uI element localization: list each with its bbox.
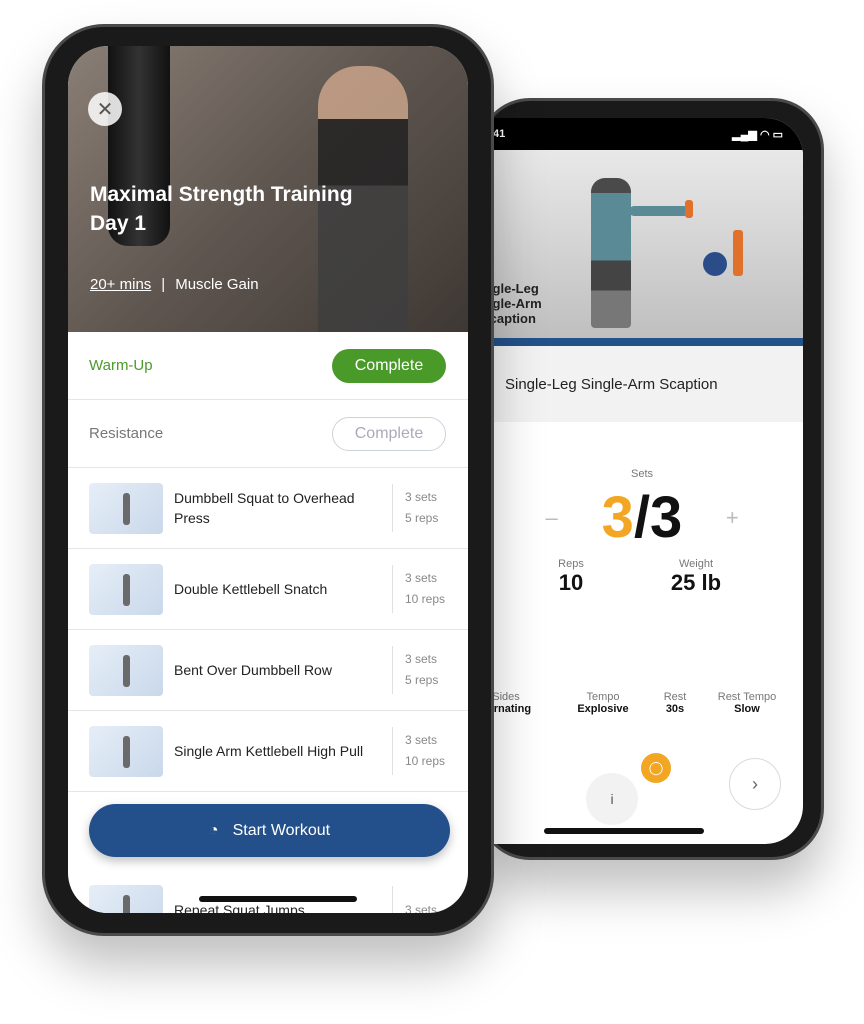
exercise-sets: 3 sets	[405, 733, 438, 747]
weight-label: Weight	[678, 558, 714, 570]
status-bar: 41 ▂▄▆ ◠ ▭	[441, 118, 803, 150]
exercise-row[interactable]: Bent Over Dumbbell Row 3 sets 5 reps	[68, 630, 468, 711]
workout-hero: ✕ Maximal Strength Training Day 1 20+ mi…	[68, 46, 468, 332]
exercise-sets: 3 sets	[405, 571, 438, 585]
signal-wifi-battery-icon: ▂▄▆ ◠ ▭	[732, 128, 783, 141]
sets-current: 3	[601, 485, 634, 550]
sets-total: /3	[633, 485, 683, 550]
increment-button[interactable]: +	[682, 505, 782, 531]
section-label: Warm-Up	[89, 357, 153, 374]
chat-button[interactable]: ◯	[641, 753, 671, 783]
exercise-name: Double Kettlebell Snatch	[174, 581, 328, 597]
foam-roller	[733, 230, 743, 276]
duration: 20+ mins	[90, 276, 152, 293]
exercise-reps: 5 reps	[405, 511, 439, 525]
rest-value: 30s	[665, 703, 685, 715]
status-time: 41	[493, 128, 506, 140]
chat-bubble-icon: ◯	[648, 760, 664, 775]
exercise-thumbnail	[89, 482, 163, 534]
sets-counter: – 3/3 +	[441, 484, 803, 551]
rest-tempo-value: Slow	[734, 703, 760, 715]
rest-tempo-label: Rest Tempo	[717, 691, 777, 703]
start-workout-button[interactable]: ◔ Start Workout	[89, 804, 450, 857]
exercise-row[interactable]: Single Arm Kettlebell High Pull 3 sets 10 …	[68, 711, 468, 792]
next-button[interactable]: ›	[729, 758, 781, 810]
start-workout-label: Start Workout	[232, 821, 331, 839]
tempo-label: Tempo	[586, 691, 620, 703]
reps-value: 10	[558, 570, 584, 595]
section-resistance: Resistance Complete	[68, 400, 468, 468]
exercise-thumbnail	[89, 644, 163, 696]
warm-up-complete-button[interactable]: Complete	[332, 348, 446, 383]
close-icon: ✕	[96, 98, 114, 121]
chevron-right-icon: ›	[752, 773, 758, 794]
workout-screen: ✕ Maximal Strength Training Day 1 20+ mi…	[68, 46, 468, 913]
weight-value: 25 lb	[670, 570, 722, 595]
trainer-arm	[629, 206, 689, 216]
info-icon: i	[610, 791, 614, 807]
exercise-reps: 10 reps	[405, 592, 446, 606]
dumbbell	[685, 200, 693, 218]
category: Muscle Gain	[175, 276, 259, 293]
exercise-video[interactable]: ingle-Leg ingle-Arm Scaption	[441, 150, 803, 338]
decrement-button[interactable]: –	[502, 505, 602, 531]
rest-label: Rest	[663, 691, 687, 703]
tempo-value: Explosive	[577, 703, 629, 715]
flame-icon: ◔	[208, 821, 219, 839]
exercise-sets: 3 sets	[405, 652, 438, 666]
exercise-thumbnail	[89, 884, 163, 913]
resistance-complete-button[interactable]: Complete	[332, 416, 446, 451]
front-phone: ✕ Maximal Strength Training Day 1 20+ mi…	[42, 24, 494, 936]
medicine-ball	[703, 252, 727, 276]
section-label: Resistance	[89, 425, 164, 442]
back-phone: 41 ▂▄▆ ◠ ▭ ingle-Leg ingle-Arm Scaption S…	[441, 98, 824, 860]
reps-label: Reps	[558, 558, 584, 570]
exercise-thumbnail	[89, 725, 163, 777]
exercise-row[interactable]: Double Kettlebell Snatch 3 sets 10 reps	[68, 549, 468, 630]
exercise-sets: 3 sets	[405, 490, 438, 504]
exercise-row[interactable]: Dumbbell Squat to Overhead Press 3 sets 5 …	[68, 468, 468, 549]
close-button[interactable]: ✕	[88, 92, 122, 126]
exercise-name: Single Arm Kettlebell High Pull	[174, 743, 364, 759]
exercise-reps: 10 reps	[405, 754, 446, 768]
trainer-figure	[591, 178, 631, 328]
exercise-row[interactable]: Repeat Squat Jumps 3 sets	[68, 870, 468, 913]
exercise-title: Single-Leg Single-Arm Scaption	[441, 346, 803, 422]
exercise-sets: 3 sets	[405, 902, 438, 914]
section-warm-up: Warm-Up Complete	[68, 332, 468, 400]
home-indicator[interactable]	[199, 896, 357, 902]
exercise-name: Dumbbell Squat to Overhead Press	[174, 490, 355, 526]
sets-label: Sets	[630, 468, 653, 480]
workout-title: Maximal Strength Training Day 1	[90, 183, 353, 235]
info-button[interactable]: i	[586, 773, 638, 825]
exercise-name: Bent Over Dumbbell Row	[174, 662, 332, 678]
home-indicator[interactable]	[544, 828, 704, 834]
exercise-reps: 5 reps	[405, 673, 439, 687]
separator: |	[161, 276, 166, 293]
exercise-screen: 41 ▂▄▆ ◠ ▭ ingle-Leg ingle-Arm Scaption S…	[441, 118, 803, 844]
progress-bar	[441, 338, 803, 346]
exercise-thumbnail	[89, 563, 163, 615]
